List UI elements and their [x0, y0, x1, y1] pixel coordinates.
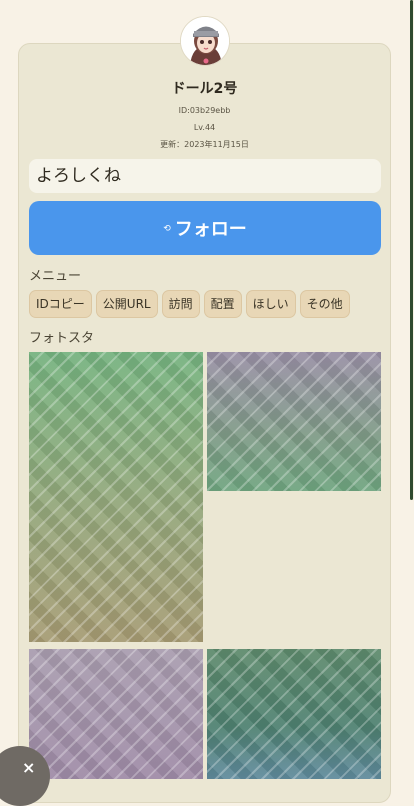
- menu-item-other[interactable]: その他: [299, 290, 350, 318]
- photo-thumbnail[interactable]: [207, 352, 381, 491]
- avatar[interactable]: [180, 16, 230, 66]
- follow-button[interactable]: ⟲ フォロー: [29, 201, 381, 255]
- photo-thumbnail[interactable]: [29, 649, 203, 779]
- profile-id: ID:03b29ebb: [178, 106, 231, 115]
- photos-title: フォトスタ: [29, 331, 95, 346]
- doll-avatar-icon: [181, 17, 229, 65]
- menu-item-visit[interactable]: 訪問: [161, 290, 200, 318]
- follow-label: フォロー: [174, 219, 247, 240]
- scrollbar[interactable]: [410, 0, 413, 500]
- greeting-message: よろしくね: [29, 159, 381, 193]
- profile-updated: 更新：2023年11月15日: [160, 140, 249, 149]
- profile-name: ドール2号: [171, 81, 238, 97]
- profile-level: Lv.44: [193, 123, 216, 132]
- menu-item-public-url[interactable]: 公開URL: [95, 290, 158, 318]
- photo-thumbnail[interactable]: [29, 352, 203, 642]
- close-icon: ×: [22, 758, 36, 777]
- menu-title: メニュー: [29, 269, 82, 284]
- menu-item-placement[interactable]: 配置: [203, 290, 242, 318]
- menu-item-id-copy[interactable]: IDコピー: [29, 290, 92, 318]
- photo-thumbnail[interactable]: [207, 649, 381, 779]
- menu-bar: IDコピー 公開URL 訪問 配置 ほしい その他: [29, 290, 350, 318]
- menu-item-want[interactable]: ほしい: [245, 290, 296, 318]
- follow-icon: ⟲: [163, 224, 171, 234]
